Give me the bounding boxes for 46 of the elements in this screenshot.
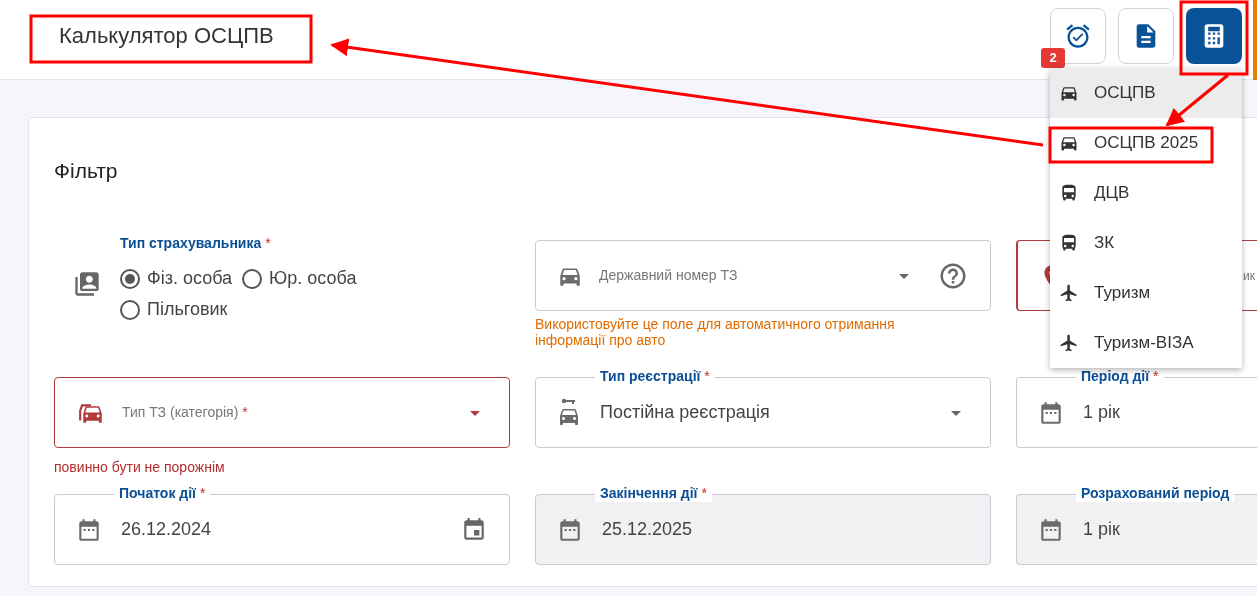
calendar-icon <box>557 516 583 543</box>
calculator-button[interactable] <box>1186 7 1242 64</box>
alarm-clock-icon <box>1064 21 1092 50</box>
field-placeholder: Державний номер ТЗ <box>599 266 738 285</box>
annotation-arrow <box>1165 73 1229 127</box>
alarm-button[interactable] <box>1050 7 1106 64</box>
notification-badge: 2 <box>1041 48 1065 68</box>
field-label: Тип реєстрації * <box>595 367 715 385</box>
field-value: Постійна реєстрація <box>600 401 770 424</box>
field-label: Закінчення дії * <box>595 484 712 502</box>
bus-icon <box>1059 183 1079 203</box>
radio-button[interactable] <box>120 268 140 289</box>
radio-option[interactable]: Юр. особа <box>242 266 357 291</box>
card-title: Фільтр <box>54 158 119 184</box>
field-value: 1 рік <box>1083 401 1120 424</box>
field-label: Розрахований період <box>1076 484 1235 502</box>
field-value: 26.12.2024 <box>121 518 212 541</box>
error-message: повинно бути не порожнім <box>54 459 226 475</box>
field-value: 25.12.2025 <box>602 518 693 541</box>
menu-item[interactable]: Туризм <box>1050 268 1242 318</box>
calendar-icon <box>76 516 102 543</box>
menu-item[interactable]: ДЦВ <box>1050 168 1242 218</box>
document-button[interactable] <box>1118 7 1174 64</box>
field-value: 1 рік <box>1083 518 1120 541</box>
contact-card-icon <box>73 270 101 298</box>
calendar-icon <box>1038 399 1064 426</box>
menu-item[interactable]: ОСЦПВ 2025 <box>1050 118 1242 168</box>
calendar-icon[interactable] <box>461 516 487 543</box>
field-label: Початок дії * <box>114 484 211 502</box>
radio-option[interactable]: Пільговик <box>120 297 228 322</box>
menu-item[interactable]: Туризм-ВІЗА <box>1050 318 1242 368</box>
menu-item[interactable]: ЗК <box>1050 218 1242 268</box>
page-title: Калькулятор ОСЦПВ <box>59 22 274 50</box>
bus-icon <box>1059 233 1079 253</box>
menu-item[interactable]: ОСЦПВ <box>1050 68 1242 118</box>
field-placeholder: Тип ТЗ (категорія) * <box>122 403 248 422</box>
hint-text: Використовуйте це поле для автоматичного отримання інформації про авто <box>535 316 896 348</box>
airplane-icon <box>1059 283 1079 303</box>
airplane-icon <box>1059 333 1079 353</box>
car-key-icon <box>557 397 581 428</box>
field-placeholder: ик <box>1243 267 1255 285</box>
radio-option[interactable]: Фіз. особа <box>120 266 233 291</box>
radio-button[interactable] <box>242 268 263 289</box>
field-label: Тип страхувальника * <box>120 235 271 251</box>
calendar-icon <box>1038 516 1064 543</box>
radio-button[interactable] <box>120 299 140 320</box>
